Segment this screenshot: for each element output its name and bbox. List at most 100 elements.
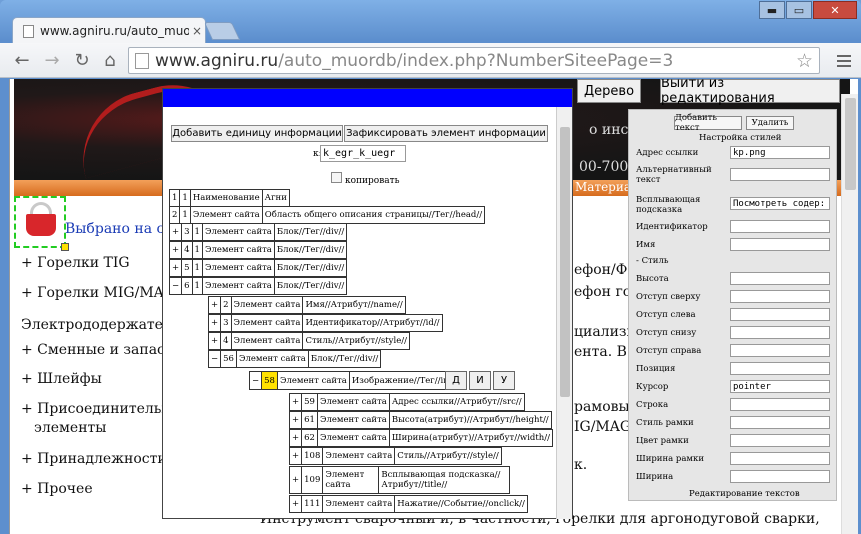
- width-input[interactable]: [730, 470, 830, 483]
- tree-node[interactable]: − 6 1 Элемент сайта Блок//Тег//div//: [169, 277, 348, 295]
- tree-node[interactable]: 2 1 Элемент сайта Область общего описани…: [169, 206, 486, 224]
- dialog-titlebar[interactable]: [163, 89, 572, 107]
- border-color-input[interactable]: [730, 434, 830, 447]
- menu-icon[interactable]: [837, 52, 851, 70]
- expand-toggle[interactable]: +: [290, 394, 303, 410]
- category-other[interactable]: + Прочее: [21, 481, 93, 497]
- delete-button[interactable]: У: [493, 371, 515, 390]
- tree-node[interactable]: + 3 1 Элемент сайта Блок//Тег//div//: [169, 223, 348, 241]
- tooltip-input[interactable]: Посмотреть содер:: [730, 197, 830, 210]
- expand-toggle[interactable]: +: [290, 412, 303, 428]
- tree-node[interactable]: + 4 1 Элемент сайта Блок//Тег//div//: [169, 241, 348, 259]
- expand-toggle[interactable]: +: [209, 315, 222, 331]
- edit-button[interactable]: И: [469, 371, 491, 390]
- line-input[interactable]: [730, 398, 830, 411]
- page-scrollbar-thumb[interactable]: [845, 98, 856, 190]
- alt-text-input[interactable]: [730, 168, 830, 181]
- tree-node[interactable]: + 108 Элемент сайта Стиль//Атрибут//styl…: [289, 447, 502, 465]
- page-scrollbar[interactable]: [841, 94, 858, 534]
- category-tig[interactable]: + Горелки TIG: [21, 255, 130, 271]
- collapse-toggle[interactable]: −: [170, 278, 183, 294]
- tree-node[interactable]: + 4 Элемент сайта Стиль//Атрибут//style/…: [208, 332, 410, 350]
- collapse-toggle[interactable]: −: [209, 351, 222, 367]
- expand-toggle[interactable]: +: [209, 297, 222, 313]
- tree-node[interactable]: + 59 Элемент сайта Адрес ссылки//Атрибут…: [289, 393, 525, 411]
- tree-node[interactable]: + 61 Элемент сайта Высота(атрибут)//Атри…: [289, 411, 552, 429]
- expand-toggle[interactable]: +: [290, 448, 303, 464]
- exit-edit-button[interactable]: Выйти из редактирования: [660, 79, 840, 106]
- k-input[interactable]: k_egr_k_uegr: [320, 145, 406, 162]
- border-width-input[interactable]: [730, 452, 830, 465]
- height-input[interactable]: [730, 272, 830, 285]
- home-icon[interactable]: ⌂: [100, 51, 120, 71]
- node-id: 61: [302, 412, 318, 428]
- add-info-unit-button[interactable]: Добавить единицу информации: [171, 125, 343, 142]
- node-value: Ширина(атрибут)//Атрибут//width//: [391, 433, 550, 443]
- basket-image[interactable]: [14, 196, 69, 251]
- margin-left-input[interactable]: [730, 308, 830, 321]
- field-label: Имя: [636, 240, 656, 250]
- margin-top-input[interactable]: [730, 290, 830, 303]
- selected-items-link[interactable]: Выбрано на су: [65, 221, 173, 237]
- expand-toggle[interactable]: +: [170, 242, 183, 258]
- back-icon[interactable]: ←: [12, 51, 32, 71]
- category-electrode-holders[interactable]: Электрододержатели: [21, 317, 181, 333]
- resize-handle[interactable]: [61, 243, 69, 251]
- category-spare-parts[interactable]: + Сменные и запасн: [21, 342, 174, 358]
- tree-node[interactable]: + 62 Элемент сайта Ширина(атрибут)//Атри…: [289, 429, 553, 447]
- tree-node[interactable]: + 111 Элемент сайта Нажатие//Событие//on…: [289, 495, 528, 513]
- browser-tab[interactable]: www.agniru.ru/auto_muordb ×: [12, 17, 206, 44]
- tree-node[interactable]: + 5 1 Элемент сайта Блок//Тег//div//: [169, 259, 348, 277]
- node-value: Блок//Тег//div//: [276, 263, 345, 273]
- expand-toggle[interactable]: +: [170, 224, 183, 240]
- tree-button[interactable]: Дерево: [577, 79, 642, 103]
- expand-toggle[interactable]: +: [290, 496, 303, 512]
- category-connectors-cont[interactable]: элементы: [34, 420, 106, 436]
- expand-toggle[interactable]: +: [170, 260, 183, 276]
- margin-bottom-input[interactable]: [730, 326, 830, 339]
- new-tab-button[interactable]: [203, 22, 241, 40]
- field-label: Ширина: [636, 472, 674, 482]
- collapse-toggle[interactable]: −: [250, 372, 263, 389]
- field-label: Цвет рамки: [636, 436, 689, 446]
- delete-text-button[interactable]: Удалить: [746, 116, 794, 130]
- dialog-scrollbar-thumb[interactable]: [560, 127, 570, 397]
- expand-toggle[interactable]: +: [290, 467, 303, 493]
- category-mig-mag[interactable]: + Горелки MIG/MAG: [21, 285, 175, 301]
- cursor-input[interactable]: pointer: [730, 380, 830, 393]
- tree-node[interactable]: + 2 Элемент сайта Имя//Атрибут//name//: [208, 296, 406, 314]
- tree-node[interactable]: + 109 Элемент сайта Всплывающая подсказк…: [289, 466, 511, 494]
- category-hoses[interactable]: + Шлейфы: [21, 371, 102, 387]
- border-style-input[interactable]: [730, 416, 830, 429]
- tab-close-icon[interactable]: ×: [189, 24, 205, 38]
- category-connectors[interactable]: + Присоединительн: [21, 401, 171, 417]
- maximize-icon[interactable]: ▭: [786, 1, 812, 19]
- tree-node-selected[interactable]: − 58 Элемент сайта Изображение//Тег//img…: [249, 371, 466, 390]
- add-text-button[interactable]: Добавить текст: [674, 113, 742, 133]
- expand-toggle[interactable]: +: [209, 333, 222, 349]
- tree-node[interactable]: − 56 Элемент сайта Блок//Тег//div//: [208, 350, 382, 368]
- node-type: Элемент сайта: [203, 260, 275, 276]
- add-child-button[interactable]: Д: [445, 371, 467, 390]
- fix-info-element-button[interactable]: Зафиксировать элемент информации: [344, 125, 548, 142]
- tree-node[interactable]: 1 1 Наименование Агни: [169, 189, 290, 207]
- reload-icon[interactable]: ↻: [72, 51, 92, 71]
- copy-checkbox[interactable]: [331, 172, 342, 183]
- bookmark-star-icon[interactable]: ☆: [796, 50, 813, 72]
- forward-icon[interactable]: →: [42, 51, 62, 71]
- margin-right-input[interactable]: [730, 344, 830, 357]
- close-window-icon[interactable]: ✕: [813, 1, 857, 19]
- dialog-scrollbar[interactable]: [556, 107, 572, 519]
- node-num: 1: [193, 224, 203, 240]
- id-input[interactable]: [730, 220, 830, 233]
- address-bar[interactable]: www.agniru.ru/auto_muordb/index.php?Numb…: [128, 47, 820, 74]
- expand-toggle[interactable]: +: [290, 430, 303, 446]
- name-input[interactable]: [730, 238, 830, 251]
- tree-node[interactable]: + 3 Элемент сайта Идентификатор//Атрибут…: [208, 314, 443, 332]
- position-input[interactable]: [730, 362, 830, 375]
- link-address-input[interactable]: kp.png: [730, 146, 830, 159]
- style-heading[interactable]: - Стиль: [636, 256, 668, 266]
- minimize-icon[interactable]: ▬: [759, 1, 785, 19]
- category-accessories[interactable]: + Принадлежности: [21, 451, 167, 467]
- panel-footer[interactable]: Редактирование текстов: [689, 489, 800, 499]
